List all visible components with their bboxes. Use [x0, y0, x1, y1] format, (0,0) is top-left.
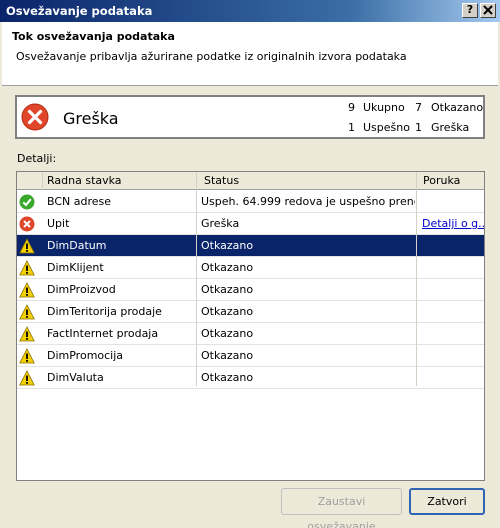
- row-status: Greška: [201, 217, 240, 230]
- error-count: 1: [415, 121, 422, 134]
- cancelled-label: Otkazano: [431, 101, 484, 114]
- row-status: Otkazano: [201, 327, 254, 340]
- cancelled-count: 7: [415, 101, 422, 114]
- warning-icon: [19, 238, 35, 254]
- success-icon: [19, 194, 35, 210]
- stop-refresh-button[interactable]: Zaustavi osvežavanje: [281, 488, 402, 528]
- warning-icon: [19, 326, 35, 342]
- total-label: Ukupno: [363, 101, 405, 114]
- row-status: Otkazano: [201, 261, 254, 274]
- header-title: Tok osvežavanja podataka: [12, 30, 175, 43]
- success-count: 1: [348, 121, 355, 134]
- row-message[interactable]: Detalji o g...: [422, 217, 484, 230]
- row-status: Otkazano: [201, 283, 254, 296]
- row-item: DimKlijent: [47, 261, 104, 274]
- error-icon: [21, 103, 49, 131]
- table-row[interactable]: DimPromocija Otkazano: [17, 345, 484, 367]
- warning-icon: [19, 370, 35, 386]
- close-button[interactable]: Zatvori: [409, 488, 485, 515]
- table-row[interactable]: DimProizvod Otkazano: [17, 279, 484, 301]
- close-icon: [483, 5, 493, 15]
- dialog-header: Tok osvežavanja podataka Osvežavanje pri…: [2, 22, 498, 86]
- warning-icon: [19, 304, 35, 320]
- warning-icon: [19, 260, 35, 276]
- row-item: Upit: [47, 217, 70, 230]
- close-window-button[interactable]: [480, 3, 496, 18]
- total-count: 9: [348, 101, 355, 114]
- row-item: DimProizvod: [47, 283, 116, 296]
- help-button[interactable]: ?: [462, 3, 478, 18]
- row-item: DimPromocija: [47, 349, 124, 362]
- row-item: BCN adrese: [47, 195, 112, 208]
- work-items-table[interactable]: Radna stavka Status Poruka BCN adrese Usp…: [16, 171, 485, 481]
- row-status: Uspeh. 64.999 redova je uspešno preneto.: [201, 195, 415, 208]
- table-row[interactable]: Upit Greška Detalji o g...: [17, 213, 484, 235]
- column-header-message[interactable]: Poruka: [423, 174, 460, 187]
- table-row[interactable]: FactInternet prodaja Otkazano: [17, 323, 484, 345]
- warning-icon: [19, 282, 35, 298]
- success-label: Uspešno: [363, 121, 410, 134]
- column-header-item[interactable]: Radna stavka: [47, 174, 122, 187]
- table-row[interactable]: DimDatum Otkazano: [17, 235, 484, 257]
- table-row[interactable]: DimTeritorija prodaje Otkazano: [17, 301, 484, 323]
- row-item: FactInternet prodaja: [47, 327, 159, 340]
- row-item: DimDatum: [47, 239, 107, 252]
- table-header: Radna stavka Status Poruka: [17, 172, 484, 190]
- summary-status: Greška: [63, 109, 119, 128]
- warning-icon: [19, 348, 35, 364]
- header-description: Osvežavanje pribavlja ažurirane podatke …: [16, 50, 407, 63]
- row-status: Otkazano: [201, 349, 254, 362]
- title-bar: Osvežavanje podataka ?: [0, 0, 500, 22]
- row-item: DimTeritorija prodaje: [47, 305, 162, 318]
- row-status: Otkazano: [201, 305, 254, 318]
- row-status: Otkazano: [201, 239, 254, 252]
- row-status: Otkazano: [201, 371, 254, 384]
- summary-panel: Greška 9 Ukupno 7 Otkazano 1 Uspešno 1 G…: [15, 95, 485, 139]
- column-header-status[interactable]: Status: [204, 174, 239, 187]
- details-label: Detalji:: [17, 152, 57, 165]
- row-item: DimValuta: [47, 371, 104, 384]
- table-row[interactable]: DimKlijent Otkazano: [17, 257, 484, 279]
- table-row[interactable]: DimValuta Otkazano: [17, 367, 484, 389]
- window-title: Osvežavanje podataka: [6, 4, 153, 18]
- error-label: Greška: [431, 121, 470, 134]
- error-icon: [19, 216, 35, 232]
- table-row[interactable]: BCN adrese Uspeh. 64.999 redova je uspešn…: [17, 191, 484, 213]
